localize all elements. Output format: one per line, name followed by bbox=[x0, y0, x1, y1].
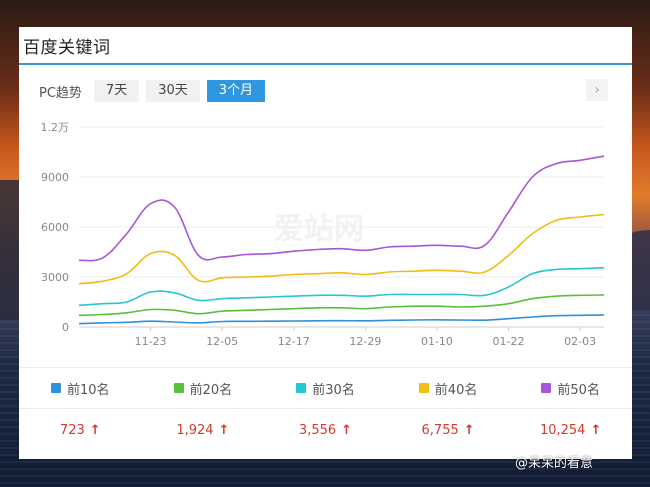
total-value: 1,924 bbox=[176, 422, 214, 438]
tab-3-months[interactable]: 3个月 bbox=[206, 80, 266, 102]
x-tick-label: 12-17 bbox=[278, 335, 310, 348]
y-tick-label: 1.2万 bbox=[41, 121, 70, 134]
y-tick-label: 9000 bbox=[41, 171, 69, 184]
x-tick-label: 01-22 bbox=[493, 335, 525, 348]
legend-swatch bbox=[51, 383, 62, 393]
arrow-up-icon: ↑ bbox=[463, 422, 475, 438]
keyword-card: 百度关键词 PC趋势 7天 30天 3个月 › 爱站网 0 3000 6000 9000… bbox=[19, 27, 632, 459]
card-title: 百度关键词 bbox=[23, 38, 111, 58]
y-tick-label: 3000 bbox=[41, 271, 69, 284]
total-value: 10,254 bbox=[539, 422, 586, 438]
legend-item-top50[interactable]: 前50名 bbox=[509, 379, 632, 398]
total-value: 723 bbox=[59, 422, 85, 438]
image-caption: @呆呆的看意 bbox=[515, 456, 594, 471]
total-top50: 10,254 ↑ bbox=[509, 423, 632, 438]
total-top30: 3,556 ↑ bbox=[264, 423, 387, 438]
x-tick-label: 11-23 bbox=[135, 335, 167, 348]
legend-swatch bbox=[418, 383, 429, 393]
legend-label: 前10名 bbox=[67, 382, 110, 398]
legend-label: 前50名 bbox=[557, 382, 600, 398]
legend-label: 前30名 bbox=[312, 382, 355, 398]
y-tick-label: 6000 bbox=[41, 221, 69, 234]
totals-row: 723 ↑ 1,924 ↑ 3,556 ↑ 6,755 ↑ 10,254 ↑ bbox=[19, 411, 632, 449]
total-top20: 1,924 ↑ bbox=[142, 423, 265, 438]
series-line-1 bbox=[78, 314, 605, 325]
series-line-2 bbox=[78, 294, 605, 317]
legend-item-top10[interactable]: 前10名 bbox=[19, 379, 142, 398]
x-tick-label: 12-05 bbox=[206, 335, 238, 348]
arrow-up-icon: ↑ bbox=[341, 422, 353, 438]
legend-item-top20[interactable]: 前20名 bbox=[142, 379, 265, 398]
x-tick-label: 01-10 bbox=[421, 335, 453, 348]
legend-item-top40[interactable]: 前40名 bbox=[387, 379, 510, 398]
total-value: 3,556 bbox=[298, 422, 337, 438]
total-value: 6,755 bbox=[421, 422, 459, 438]
arrow-up-icon: ↑ bbox=[89, 422, 101, 438]
arrow-up-icon: ↑ bbox=[590, 422, 602, 438]
title-divider bbox=[19, 63, 632, 65]
tabs-label: PC趋势 bbox=[39, 85, 82, 101]
legend-item-top30[interactable]: 前30名 bbox=[264, 379, 387, 398]
x-tick-label: 02-03 bbox=[564, 335, 596, 348]
chart-watermark: 爱站网 bbox=[274, 212, 364, 247]
x-tick-label: 12-29 bbox=[349, 335, 381, 348]
total-top10: 723 ↑ bbox=[19, 423, 142, 438]
legend-label: 前20名 bbox=[189, 382, 233, 398]
next-button[interactable]: › bbox=[586, 79, 608, 101]
total-top40: 6,755 ↑ bbox=[387, 423, 510, 438]
legend-swatch bbox=[173, 383, 184, 393]
tab-30-days[interactable]: 30天 bbox=[146, 80, 200, 102]
trend-chart: 爱站网 0 3000 6000 9000 1.2万 11-23 12-05 12-17 12-29… bbox=[41, 121, 605, 348]
tab-7-days[interactable]: 7天 bbox=[93, 80, 140, 102]
legend-swatch bbox=[296, 383, 307, 393]
trend-tabs: PC趋势 7天 30天 3个月 bbox=[39, 79, 272, 103]
arrow-up-icon: ↑ bbox=[218, 422, 230, 438]
legend-swatch bbox=[541, 383, 552, 393]
chart-legend: 前10名 前20名 前30名 前40名 前50名 bbox=[19, 367, 632, 409]
y-tick-label: 0 bbox=[62, 321, 69, 334]
chevron-right-icon: › bbox=[594, 82, 600, 98]
legend-label: 前40名 bbox=[434, 382, 478, 398]
